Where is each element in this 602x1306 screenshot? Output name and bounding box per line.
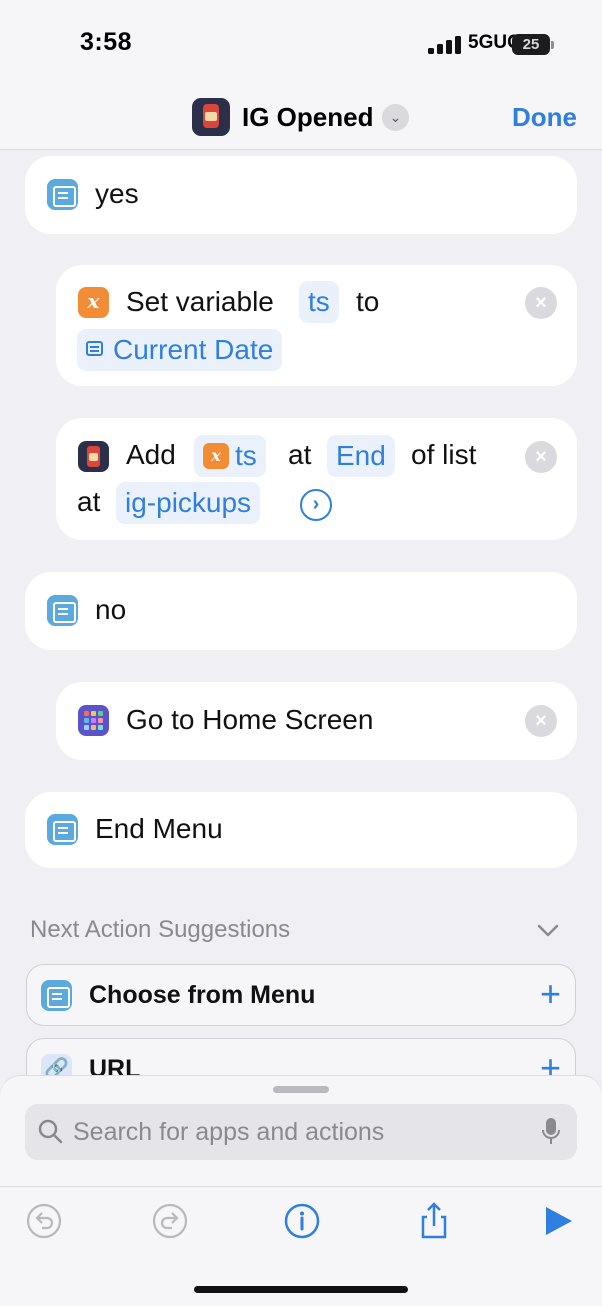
menu-icon [47,179,78,210]
variable-mini-icon: x [203,443,229,469]
ts-variable-token[interactable]: x ts [194,435,266,477]
ts-token-label: ts [235,440,257,471]
set-variable-to-label: to [356,286,380,317]
menu-icon [47,814,78,845]
add-at-label: at [288,439,312,470]
menu-item-no-label: no [95,594,127,625]
current-date-label: Current Date [113,334,274,365]
go-home-label: Go to Home Screen [126,704,374,735]
remove-action-icon[interactable]: × [525,441,557,473]
nav-bar: IG Opened ⌄ Done [0,86,602,150]
sheet-grabber[interactable] [273,1086,329,1093]
done-button[interactable]: Done [512,102,577,133]
home-screen-icon [78,705,109,736]
action-search-sheet: Search for apps and actions [0,1076,602,1306]
remove-action-icon[interactable]: × [525,287,557,319]
menu-item-no[interactable]: no [25,572,577,650]
info-icon[interactable] [282,1201,322,1241]
set-variable-action[interactable]: x Set variable ts to Current Date × [56,265,577,386]
play-icon[interactable] [538,1201,578,1241]
set-variable-label: Set variable [126,286,274,317]
variable-name-token[interactable]: ts [299,281,339,323]
menu-item-yes-label: yes [95,178,139,209]
suggestion-choose-from-menu[interactable]: Choose from Menu + [26,964,576,1026]
undo-icon[interactable] [24,1201,64,1241]
home-indicator[interactable] [194,1286,408,1293]
status-bar: 3:58 5GUC 25 [0,0,602,86]
current-date-token[interactable]: Current Date [77,329,283,371]
expand-arrow-icon[interactable]: › [300,489,332,521]
search-placeholder: Search for apps and actions [73,1118,385,1146]
status-time: 3:58 [80,28,133,56]
of-list-label: of list [411,439,477,470]
shortcut-app-icon [192,98,230,136]
search-icon [38,1119,63,1144]
cellular-signal-icon [428,36,461,54]
menu-icon [47,595,78,626]
add-plus-icon[interactable]: + [540,973,561,1015]
battery-cap [551,41,554,49]
list-name-token[interactable]: ig-pickups [116,482,261,524]
go-home-action[interactable]: Go to Home Screen × [56,682,577,760]
microphone-icon[interactable] [541,1117,561,1147]
end-menu-block[interactable]: End Menu [25,792,577,868]
redo-icon[interactable] [150,1201,190,1241]
end-menu-label: End Menu [95,813,223,844]
remove-action-icon[interactable]: × [525,705,557,737]
battery-icon: 25 [512,34,550,55]
collapse-chevron-icon[interactable] [536,918,560,942]
search-input[interactable]: Search for apps and actions [25,1104,577,1160]
suggestion-label: Choose from Menu [89,981,316,1009]
calendar-icon [86,341,103,356]
position-token[interactable]: End [327,435,395,477]
title-chevron-down-icon[interactable]: ⌄ [382,104,409,131]
add-label: Add [126,439,176,470]
shortcut-title[interactable]: IG Opened [242,102,373,133]
suggestions-title: Next Action Suggestions [30,916,291,943]
menu-icon [41,980,72,1011]
share-icon[interactable] [414,1201,454,1241]
add-at2-label: at [77,486,101,517]
menu-item-yes[interactable]: yes [25,156,577,234]
app-action-icon [78,441,109,472]
variable-icon: x [78,287,109,318]
add-to-list-action[interactable]: Add x ts at End of list at ig-pickups › × [56,418,577,540]
battery-percent: 25 [522,36,540,53]
